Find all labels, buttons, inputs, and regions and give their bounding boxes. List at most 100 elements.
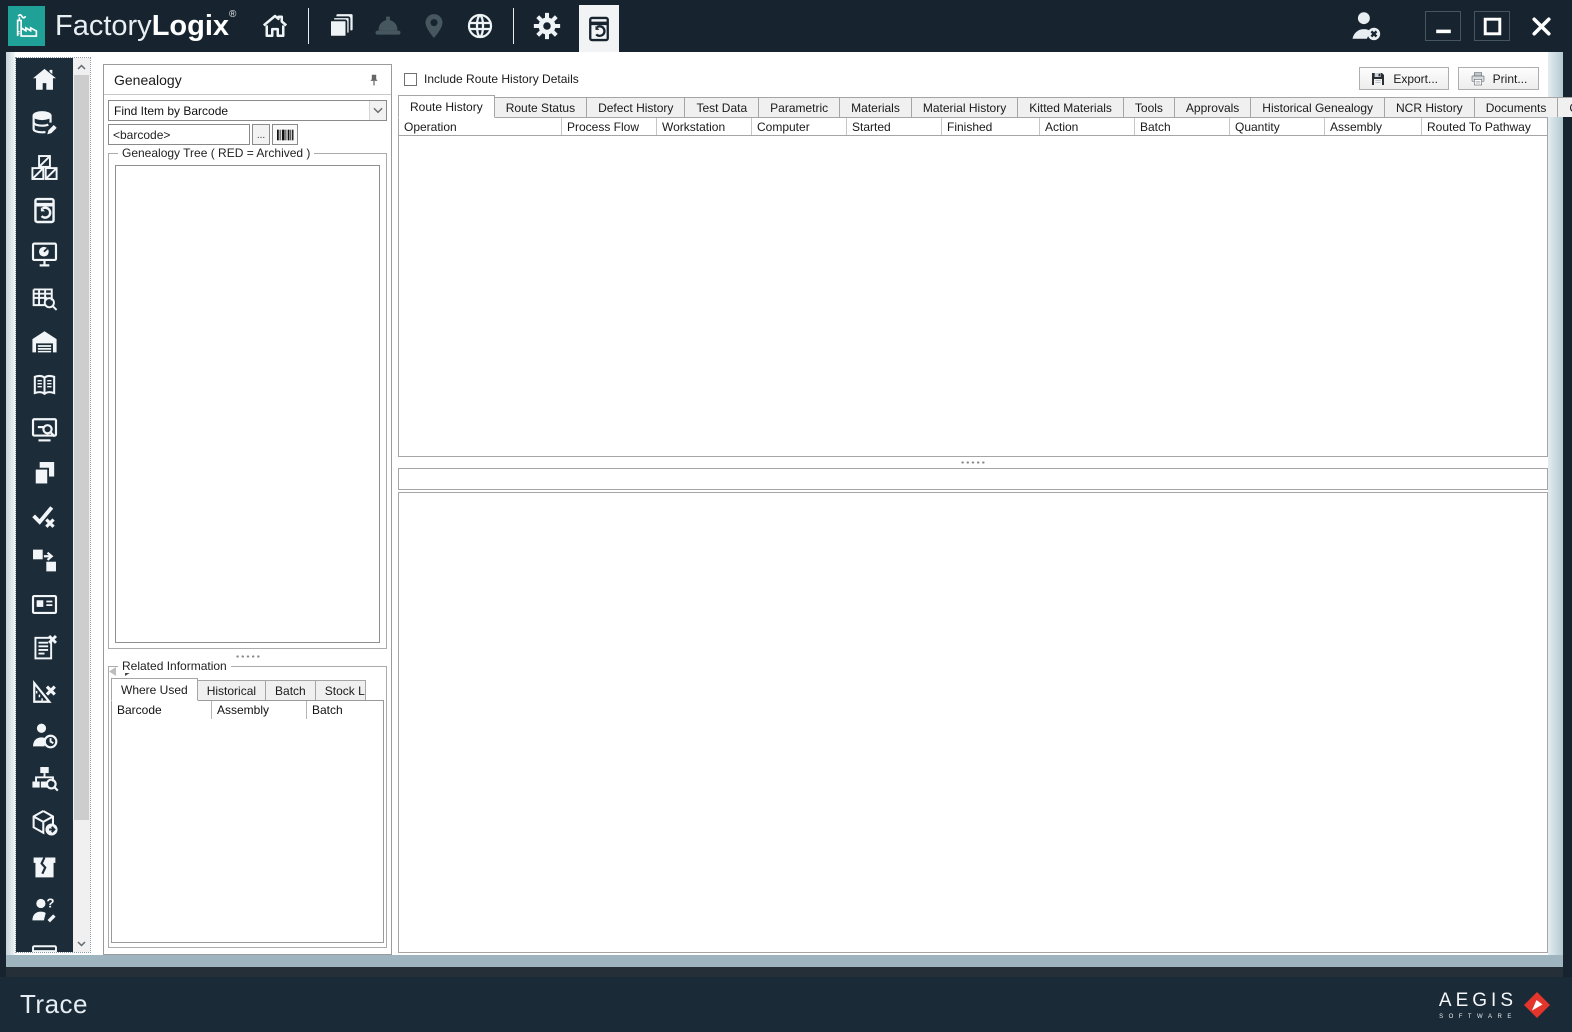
export-button[interactable]: Export... bbox=[1359, 67, 1449, 90]
column-header[interactable]: Started bbox=[847, 118, 942, 135]
warehouse-icon[interactable] bbox=[16, 320, 73, 364]
person-question-icon[interactable]: ? bbox=[16, 888, 73, 932]
column-header[interactable]: Workstation bbox=[657, 118, 752, 135]
dashboard-icon[interactable] bbox=[16, 233, 73, 277]
include-route-history-checkbox[interactable] bbox=[404, 72, 417, 86]
detail-tab[interactable]: Test Data bbox=[685, 97, 760, 117]
column-header[interactable]: Computer bbox=[752, 118, 847, 135]
measure-cancel-icon[interactable] bbox=[16, 670, 73, 714]
package-damaged-icon[interactable] bbox=[16, 844, 73, 888]
route-history-grid-header: Operation Process Flow Workstation Computer… bbox=[398, 117, 1548, 136]
maximize-button[interactable] bbox=[1474, 11, 1510, 41]
package-add-icon[interactable] bbox=[16, 801, 73, 845]
detail-tab[interactable]: Documents bbox=[1474, 97, 1559, 117]
column-header[interactable]: Routed To Pathway bbox=[1422, 118, 1547, 135]
trace-module-icon[interactable] bbox=[579, 5, 620, 52]
terminal-icon[interactable] bbox=[16, 932, 73, 952]
detail-lower-panel[interactable] bbox=[398, 492, 1548, 953]
close-button[interactable] bbox=[1523, 11, 1559, 41]
find-mode-select[interactable]: Find Item by Barcode bbox=[108, 100, 387, 121]
home-icon[interactable] bbox=[16, 58, 73, 102]
related-info-tabs: Where UsedHistoricalBatchStock Lo bbox=[111, 676, 384, 701]
horizontal-splitter[interactable] bbox=[398, 457, 1548, 468]
barcode-input[interactable] bbox=[108, 124, 250, 145]
column-header[interactable]: Assembly bbox=[1325, 118, 1422, 135]
module-sidebar: ? bbox=[15, 57, 91, 953]
scroll-left-icon[interactable] bbox=[109, 667, 116, 676]
trace-history-icon[interactable] bbox=[16, 189, 73, 233]
column-header[interactable]: Operation bbox=[399, 118, 562, 135]
detail-tab[interactable]: Historical Genealogy bbox=[1251, 97, 1386, 117]
genealogy-tree-group: Genealogy Tree ( RED = Archived ) bbox=[108, 146, 387, 649]
genealogy-panel: Genealogy Find Item by Barcode ... Genea… bbox=[103, 64, 392, 955]
monitor-search-icon[interactable] bbox=[16, 408, 73, 452]
column-header[interactable]: Finished bbox=[942, 118, 1040, 135]
detail-tab[interactable]: Certifications bbox=[1558, 97, 1572, 117]
scroll-down-icon[interactable] bbox=[73, 935, 90, 952]
related-tab[interactable]: Where Used bbox=[111, 678, 198, 701]
column-header[interactable]: Batch bbox=[307, 701, 383, 719]
titlebar: FactoryLogix® bbox=[0, 0, 1572, 52]
column-header[interactable]: Barcode bbox=[112, 701, 212, 719]
documents-icon[interactable] bbox=[326, 10, 358, 42]
titlebar-nav bbox=[252, 0, 620, 52]
column-header[interactable]: Process Flow bbox=[562, 118, 657, 135]
user-logout-icon[interactable] bbox=[1349, 9, 1383, 43]
print-button[interactable]: Print... bbox=[1458, 67, 1539, 90]
scrollbar-thumb[interactable] bbox=[74, 75, 89, 820]
detail-tab[interactable]: Parametric bbox=[759, 97, 841, 117]
panel-title: Genealogy bbox=[114, 71, 182, 88]
id-card-icon[interactable] bbox=[16, 582, 73, 626]
detail-tab[interactable]: Route Status bbox=[494, 97, 588, 117]
person-time-icon[interactable] bbox=[16, 713, 73, 757]
grid-search-icon[interactable] bbox=[16, 276, 73, 320]
window-frame-left bbox=[6, 52, 15, 977]
pin-icon[interactable] bbox=[367, 73, 381, 87]
document-copy-icon[interactable] bbox=[16, 451, 73, 495]
floppy-disk-icon bbox=[1372, 72, 1385, 85]
detail-tab[interactable]: Kitted Materials bbox=[1018, 97, 1124, 117]
material-crates-icon[interactable] bbox=[16, 145, 73, 189]
barcode-scan-button[interactable] bbox=[272, 124, 298, 145]
transfer-box-icon[interactable] bbox=[16, 539, 73, 583]
home-icon[interactable] bbox=[259, 10, 291, 42]
settings-gear-icon[interactable] bbox=[531, 10, 563, 42]
related-grid-body[interactable] bbox=[111, 719, 384, 943]
statusbar: Trace AEGIS SOFTWARE bbox=[0, 977, 1572, 1032]
detail-tab[interactable]: NCR History bbox=[1385, 97, 1475, 117]
hierarchy-search-icon[interactable] bbox=[16, 757, 73, 801]
column-header[interactable]: Batch bbox=[1135, 118, 1230, 135]
database-edit-icon[interactable] bbox=[16, 102, 73, 146]
related-tab[interactable]: Historical bbox=[197, 680, 267, 700]
related-tab[interactable]: Batch bbox=[266, 680, 316, 700]
detail-tab[interactable]: Tools bbox=[1123, 97, 1175, 117]
route-history-grid-body[interactable] bbox=[398, 136, 1548, 457]
documentation-book-icon[interactable] bbox=[16, 364, 73, 408]
app-brand: FactoryLogix® bbox=[55, 9, 237, 42]
scroll-up-icon[interactable] bbox=[73, 58, 90, 75]
column-header[interactable]: Quantity bbox=[1230, 118, 1325, 135]
vendor-name: AEGIS bbox=[1438, 989, 1517, 1011]
browse-button[interactable]: ... bbox=[252, 124, 270, 145]
detail-tab[interactable]: Defect History bbox=[587, 97, 686, 117]
minimize-button[interactable] bbox=[1425, 11, 1461, 41]
detail-tab[interactable]: Route History bbox=[398, 95, 495, 118]
detail-tab[interactable]: Approvals bbox=[1174, 97, 1252, 117]
checklist-remove-icon[interactable] bbox=[16, 626, 73, 670]
verify-check-icon[interactable] bbox=[16, 495, 73, 539]
printer-icon bbox=[1471, 71, 1484, 85]
related-tab[interactable]: Stock Lo bbox=[315, 680, 366, 700]
detail-tab[interactable]: Material History bbox=[911, 97, 1019, 117]
titlebar-right bbox=[1349, 9, 1572, 43]
detail-tab[interactable]: Materials bbox=[840, 97, 912, 117]
main-toolbar: Include Route History Details Export... … bbox=[398, 64, 1548, 94]
factory-icon bbox=[16, 13, 37, 37]
column-header[interactable]: Assembly bbox=[212, 701, 307, 719]
sidebar-scrollbar[interactable] bbox=[73, 58, 90, 952]
globe-icon[interactable] bbox=[464, 10, 496, 42]
column-header[interactable]: Action bbox=[1040, 118, 1135, 135]
genealogy-tree[interactable] bbox=[115, 165, 380, 643]
client-area: ? Genealogy Find Item by Barcode ... Gen… bbox=[6, 52, 1572, 977]
chevron-down-icon[interactable] bbox=[369, 101, 386, 120]
svg-text:?: ? bbox=[46, 896, 54, 911]
